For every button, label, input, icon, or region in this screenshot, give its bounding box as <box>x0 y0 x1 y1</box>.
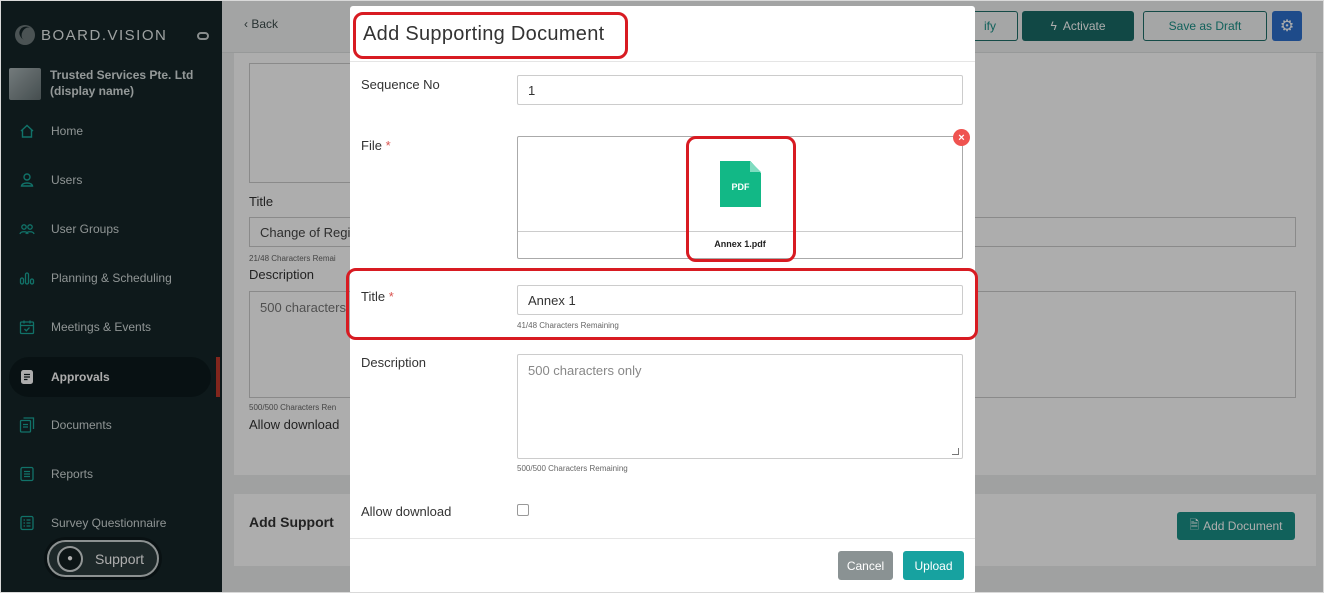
modal-header: Add Supporting Document <box>350 6 975 62</box>
title-field-label: Title * <box>361 289 394 304</box>
file-divider <box>518 231 962 232</box>
close-icon: × <box>958 131 965 144</box>
required-mark: * <box>388 289 394 304</box>
allow-download-checkbox[interactable] <box>517 504 529 516</box>
required-mark: * <box>385 138 391 153</box>
description-placeholder: 500 characters only <box>528 363 642 378</box>
modal-title: Add Supporting Document <box>363 23 605 45</box>
file-name: Annex 1.pdf <box>714 239 766 249</box>
file-label-text: File <box>361 138 382 153</box>
cancel-button[interactable]: Cancel <box>838 551 893 580</box>
upload-button[interactable]: Upload <box>903 551 964 580</box>
app-window: BOARD.VISION Trusted Services Pte. Ltd (… <box>0 0 1324 593</box>
file-dropzone[interactable]: PDF Annex 1.pdf <box>517 136 963 259</box>
title-field[interactable]: Annex 1 <box>517 285 963 315</box>
title-characters-remaining: 41/48 Characters Remaining <box>517 321 619 330</box>
allow-download-label: Allow download <box>361 504 452 519</box>
file-type: PDF <box>731 182 750 192</box>
remove-file-button[interactable]: × <box>953 129 970 146</box>
resize-handle-icon[interactable] <box>952 448 959 455</box>
description-label: Description <box>361 355 427 370</box>
file-label: File * <box>361 138 391 153</box>
title-label-text: Title <box>361 289 386 304</box>
description-characters-remaining: 500/500 Characters Remaining <box>517 464 628 473</box>
sequence-input[interactable]: 1 <box>517 75 963 105</box>
modal-footer-divider <box>350 538 975 539</box>
description-textarea[interactable]: 500 characters only <box>517 354 963 459</box>
sequence-label: Sequence No <box>361 77 440 92</box>
add-supporting-document-modal: Add Supporting Document Sequence No 1 Fi… <box>346 6 978 592</box>
